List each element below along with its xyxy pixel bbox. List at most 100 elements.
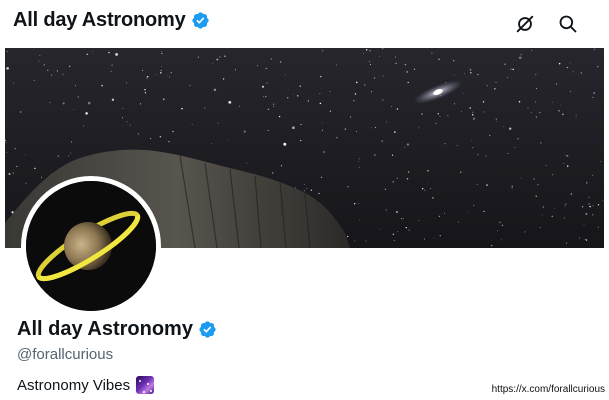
avatar[interactable] xyxy=(26,181,156,311)
star xyxy=(407,171,410,173)
star xyxy=(472,111,474,113)
search-button[interactable] xyxy=(554,10,582,38)
star xyxy=(418,127,420,129)
star xyxy=(373,77,376,79)
star xyxy=(347,185,349,188)
star xyxy=(217,122,219,124)
star xyxy=(379,56,380,57)
search-icon xyxy=(559,15,577,33)
star xyxy=(545,164,547,167)
source-url-watermark: https://x.com/forallcurious xyxy=(491,384,605,395)
star xyxy=(477,154,479,156)
star xyxy=(335,64,337,66)
star xyxy=(110,70,112,72)
star xyxy=(227,139,228,141)
star xyxy=(319,102,322,105)
star xyxy=(485,155,487,157)
star xyxy=(358,166,360,168)
verified-badge-icon[interactable] xyxy=(198,320,217,339)
star xyxy=(286,97,289,99)
star xyxy=(396,108,399,110)
star xyxy=(570,193,572,195)
star xyxy=(181,107,183,110)
star xyxy=(597,226,599,228)
star xyxy=(476,183,478,185)
star xyxy=(531,49,533,52)
star xyxy=(73,109,75,110)
star xyxy=(427,170,429,172)
star xyxy=(537,183,539,186)
star xyxy=(155,74,157,75)
star xyxy=(122,117,124,119)
star xyxy=(507,77,508,79)
star xyxy=(159,135,162,138)
star xyxy=(16,165,18,168)
star xyxy=(77,96,80,98)
star xyxy=(497,230,499,232)
star xyxy=(319,93,321,94)
star xyxy=(56,70,58,72)
star xyxy=(600,161,602,162)
star xyxy=(150,138,152,140)
star xyxy=(344,128,347,130)
star xyxy=(38,60,40,62)
star xyxy=(356,81,358,84)
star xyxy=(137,133,139,135)
star xyxy=(68,155,70,157)
star xyxy=(460,171,462,173)
star xyxy=(6,151,8,153)
star xyxy=(489,134,491,137)
star xyxy=(310,189,313,191)
star xyxy=(354,93,357,95)
star xyxy=(426,183,428,185)
star xyxy=(374,154,376,156)
star xyxy=(47,69,49,71)
star xyxy=(161,50,162,52)
star xyxy=(8,172,11,176)
star xyxy=(263,96,265,98)
star xyxy=(391,154,394,156)
star xyxy=(280,165,283,167)
star xyxy=(25,182,27,184)
no-signal-button[interactable] xyxy=(511,10,539,38)
star xyxy=(382,48,384,50)
star xyxy=(219,56,221,58)
profile-bio: Astronomy Vibes xyxy=(17,376,155,394)
star xyxy=(111,64,113,66)
star xyxy=(518,100,521,103)
star xyxy=(358,158,360,160)
star xyxy=(6,67,9,70)
star xyxy=(320,176,323,179)
star xyxy=(418,219,420,222)
star xyxy=(444,212,445,214)
star xyxy=(586,182,588,184)
star xyxy=(457,221,459,223)
star xyxy=(518,56,522,60)
star xyxy=(70,152,72,154)
star xyxy=(563,217,565,219)
star xyxy=(146,75,149,78)
star xyxy=(295,187,296,189)
star xyxy=(7,51,9,52)
star xyxy=(296,95,299,97)
star xyxy=(541,214,543,216)
star xyxy=(397,231,399,233)
star xyxy=(585,213,588,215)
star xyxy=(374,126,376,128)
star xyxy=(430,188,431,189)
star xyxy=(392,233,394,235)
star xyxy=(369,60,371,62)
star xyxy=(490,244,493,247)
star xyxy=(393,239,395,242)
star xyxy=(384,188,386,190)
milky-way-emoji-icon xyxy=(136,376,155,394)
star xyxy=(197,56,200,58)
star xyxy=(580,72,582,74)
star xyxy=(172,130,174,133)
star xyxy=(14,147,17,150)
star xyxy=(382,75,384,77)
star xyxy=(469,69,472,71)
star xyxy=(551,215,553,217)
star xyxy=(588,196,590,198)
star xyxy=(500,239,502,241)
